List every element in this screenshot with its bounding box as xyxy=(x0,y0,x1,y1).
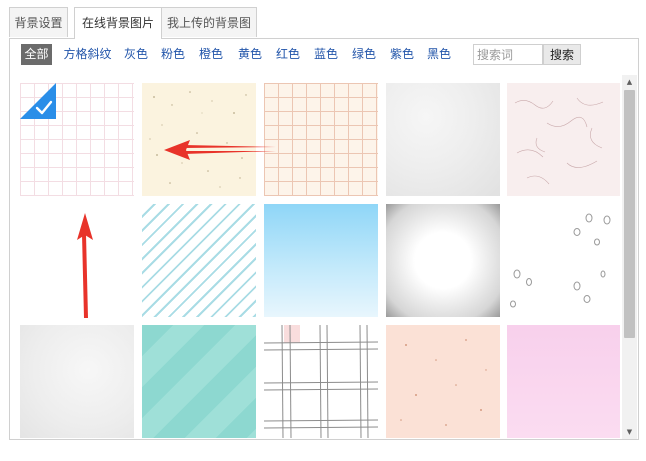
background-tile-pink-grid[interactable] xyxy=(20,83,134,196)
tab-background-settings[interactable]: 背景设置 xyxy=(9,7,68,37)
background-tile-crumpled-grey[interactable] xyxy=(386,83,500,196)
search-input[interactable] xyxy=(473,44,543,65)
background-tile-crumpled-light[interactable] xyxy=(20,325,134,438)
filter-red[interactable]: 红色 xyxy=(274,44,302,65)
background-tile-pink-solid[interactable] xyxy=(507,325,620,438)
background-tile-grey-vignette[interactable] xyxy=(386,204,500,317)
background-tile-plain-white[interactable] xyxy=(20,204,134,317)
checkmark-icon xyxy=(20,83,56,119)
background-tile-pink-fiber[interactable] xyxy=(507,83,620,196)
speckle-texture xyxy=(149,91,247,188)
background-tile-speckled-peach[interactable] xyxy=(386,325,500,438)
tab-my-uploads[interactable]: 我上传的背景图 xyxy=(161,7,257,37)
background-tile-teal-diagonal[interactable] xyxy=(142,325,256,438)
speckle-texture xyxy=(400,339,487,426)
background-tile-blue-diagonal-stripes[interactable] xyxy=(142,204,256,317)
filter-green[interactable]: 绿色 xyxy=(350,44,378,65)
filter-pink[interactable]: 粉色 xyxy=(159,44,187,65)
background-tile-sketch-plaid[interactable] xyxy=(264,325,378,438)
filter-purple[interactable]: 紫色 xyxy=(388,44,416,65)
scrollbar-thumb[interactable] xyxy=(624,90,635,338)
filter-grey[interactable]: 灰色 xyxy=(122,44,150,65)
search-button[interactable]: 搜索 xyxy=(543,44,581,65)
background-picker-panel: 全部 方格斜纹 灰色 粉色 橙色 黄色 红色 蓝色 绿色 紫色 黑色 搜索词 搜… xyxy=(9,38,639,440)
background-tile-speckled-cream[interactable] xyxy=(142,83,256,196)
filter-grid-stripes[interactable]: 方格斜纹 xyxy=(60,44,115,65)
filter-yellow[interactable]: 黄色 xyxy=(236,44,264,65)
fiber-texture xyxy=(514,97,604,185)
triangle-up-icon[interactable]: ▲ xyxy=(622,75,637,89)
filter-blue[interactable]: 蓝色 xyxy=(312,44,340,65)
water-drops-texture xyxy=(510,213,611,308)
vertical-scrollbar[interactable]: ▲ ▼ xyxy=(622,75,637,439)
filter-orange[interactable]: 橙色 xyxy=(197,44,225,65)
background-tile-water-drops[interactable] xyxy=(507,204,620,317)
background-tile-blue-gradient[interactable] xyxy=(264,204,378,317)
background-grid xyxy=(16,75,620,439)
background-tile-peach-grid[interactable] xyxy=(264,83,378,196)
plaid-texture xyxy=(264,325,378,438)
tab-online-backgrounds[interactable]: 在线背景图片 xyxy=(74,7,162,39)
filter-all[interactable]: 全部 xyxy=(21,44,52,65)
triangle-down-icon[interactable]: ▼ xyxy=(622,425,637,439)
filter-black[interactable]: 黑色 xyxy=(425,44,453,65)
